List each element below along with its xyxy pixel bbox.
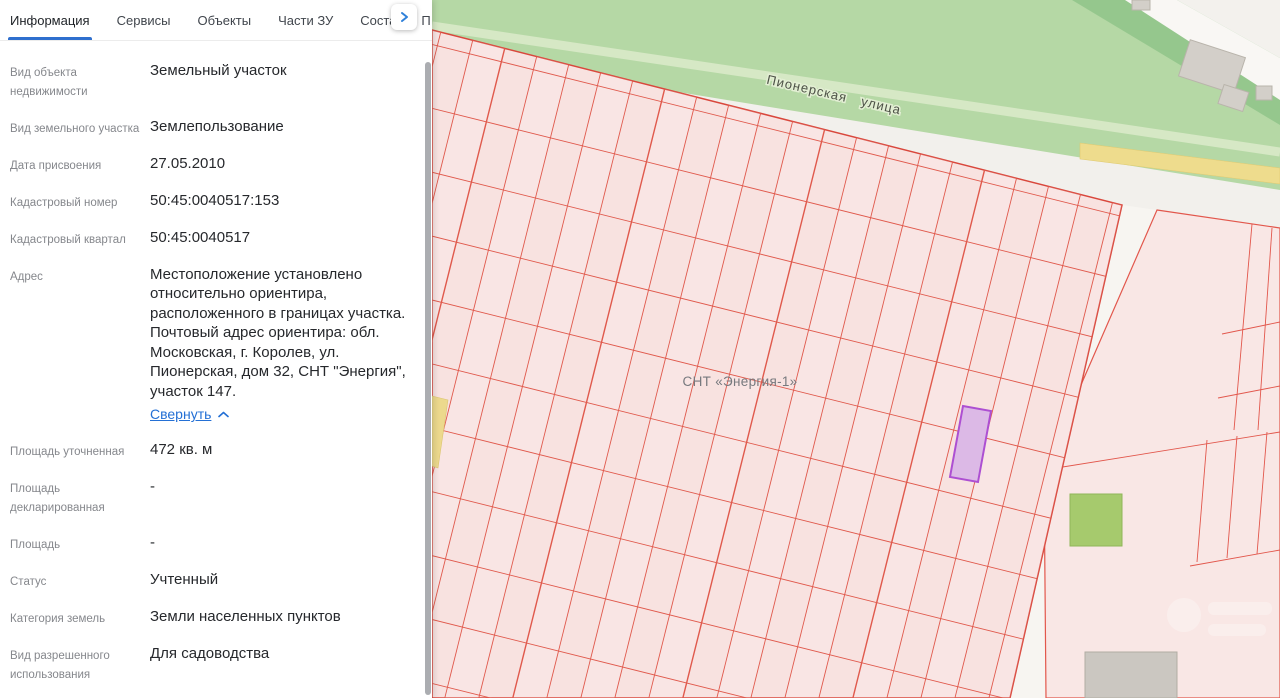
tab-partial[interactable]: П <box>421 0 430 40</box>
field-value: 27.05.2010 <box>150 154 226 172</box>
field-value: Земельный участок <box>150 62 287 79</box>
info-row: Кадастровый номер 50:45:0040517:153 <box>10 191 416 213</box>
field-label: Категория земель <box>10 612 106 625</box>
field-label: Кадастровый квартал <box>10 233 126 246</box>
object-info-panel: Информация Сервисы Объекты Части ЗУ Сост… <box>0 0 432 698</box>
info-row: Площадь декларированная - <box>10 477 416 518</box>
field-value: Учтенный <box>150 570 219 588</box>
map-area[interactable]: Пионерская улица СНТ «Энергия-1» <box>432 0 1280 698</box>
field-label: Дата присвоения <box>10 159 102 172</box>
field-value: Землепользование <box>150 117 284 135</box>
field-label: Адрес <box>10 270 43 283</box>
tabs-scroll-right-button[interactable] <box>391 4 417 30</box>
field-value: Для садоводства <box>150 644 270 662</box>
app-window: Информация Сервисы Объекты Части ЗУ Сост… <box>0 0 1280 698</box>
building <box>1131 0 1151 11</box>
field-label: Вид разрешенного использования <box>10 649 110 681</box>
info-row: Площадь - <box>10 533 416 555</box>
field-value: Земли населенных пунктов <box>150 607 341 625</box>
field-value-address: Местоположение установлено относительно … <box>150 265 416 425</box>
info-row: Площадь уточненная 472 кв. м <box>10 440 416 462</box>
tab-bar: Информация Сервисы Объекты Части ЗУ Сост… <box>0 0 432 41</box>
info-row: Категория земель Земли населенных пунктов <box>10 607 416 629</box>
chevron-right-icon <box>401 12 408 22</box>
field-value: 50:45:0040517:153 <box>150 191 280 209</box>
building <box>1255 85 1273 101</box>
info-row: Кадастровый квартал 50:45:0040517 <box>10 228 416 250</box>
field-value: - <box>150 477 155 495</box>
snt-area-label: СНТ «Энергия-1» <box>683 374 798 389</box>
field-label: Вид земельного участка <box>10 122 140 135</box>
info-row-address: Адрес Местоположение установлено относит… <box>10 265 416 425</box>
panel-scrollbar[interactable] <box>425 62 431 695</box>
info-row: Вид земельного участка Землепользование <box>10 117 416 139</box>
field-value: 472 кв. м <box>150 440 213 458</box>
info-row: Вид объекта недвижимости Земельный участо… <box>10 61 416 102</box>
address-text: Местоположение установлено относительно … <box>150 265 406 400</box>
info-row: Статус Учтенный <box>10 570 416 592</box>
field-value: - <box>150 533 155 551</box>
field-value: 50:45:0040517 <box>150 228 251 246</box>
tab-parcel-parts[interactable]: Части ЗУ <box>278 0 333 40</box>
info-row: Вид разрешенного использования Для садово… <box>10 644 416 685</box>
info-rows: Вид объекта недвижимости Земельный участо… <box>0 41 432 685</box>
tab-services[interactable]: Сервисы <box>117 0 171 40</box>
info-row: Дата присвоения 27.05.2010 <box>10 154 416 176</box>
tab-information[interactable]: Информация <box>8 0 92 40</box>
collapse-address-link[interactable]: Свернуть <box>150 405 230 423</box>
collapse-label: Свернуть <box>150 406 212 423</box>
field-label: Статус <box>10 575 47 588</box>
field-label: Площадь <box>10 538 61 551</box>
chevron-up-icon <box>218 411 230 418</box>
building <box>1084 651 1178 698</box>
tab-objects[interactable]: Объекты <box>197 0 251 40</box>
green-parcel[interactable] <box>1069 493 1123 547</box>
field-label: Площадь уточненная <box>10 445 125 458</box>
field-label: Вид объекта недвижимости <box>10 67 88 98</box>
field-label: Кадастровый номер <box>10 196 118 209</box>
field-label: Площадь декларированная <box>10 482 105 514</box>
